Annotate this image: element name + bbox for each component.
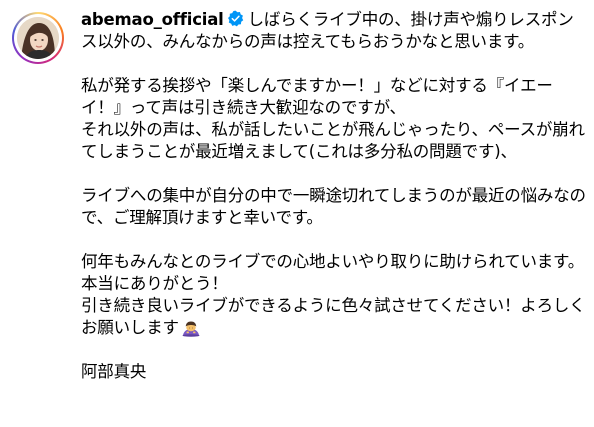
caption-line: ライブへの集中が自分の中で一瞬途切れてしまうのが最近の悩みなので、ご理解頂けます… [81, 186, 586, 227]
caption-signature: 阿部真央 [81, 362, 147, 381]
avatar-border [14, 14, 62, 62]
bowing-person-emoji-icon [182, 321, 200, 337]
profile-avatar[interactable] [12, 12, 64, 64]
caption-line: 私が発する挨拶や「楽しんでますかー！」などに対する『イエーイ！』って声は引き続き… [81, 76, 553, 117]
caption-line: 何年もみんなとのライブでの心地よいやり取りに助けられています。本当にありがとう！ [81, 252, 584, 293]
caption-line: それ以外の声は、私が話したいことが飛んじゃったり、ペースが崩れてしまうことが最近… [81, 120, 585, 161]
caption-paragraph-2: ライブへの集中が自分の中で一瞬途切れてしまうのが最近の悩みなので、ご理解頂けます… [81, 185, 587, 229]
caption-paragraph-1: 私が発する挨拶や「楽しんでますかー！」などに対する『イエーイ！』って声は引き続き… [81, 75, 587, 163]
caption-lead: abemao_official しばらくライブ中の、掛け声や煽りレスポンス以外の、… [81, 9, 587, 53]
verified-badge-icon [227, 10, 243, 27]
caption-body: abemao_official しばらくライブ中の、掛け声や煽りレスポンス以外の、… [81, 9, 587, 383]
caption-line: 引き続き良いライブができるように色々試させてください！よろしくお願いします [81, 296, 586, 337]
caption-paragraph-3: 何年もみんなとのライブでの心地よいやり取りに助けられています。本当にありがとう！… [81, 251, 587, 339]
caption-line-with-emoji: 引き続き良いライブができるように色々試させてください！よろしくお願いします [81, 295, 587, 339]
instagram-post-caption: abemao_official しばらくライブ中の、掛け声や煽りレスポンス以外の、… [0, 0, 594, 427]
username-link[interactable]: abemao_official [81, 10, 224, 29]
avatar-photo [17, 17, 59, 59]
